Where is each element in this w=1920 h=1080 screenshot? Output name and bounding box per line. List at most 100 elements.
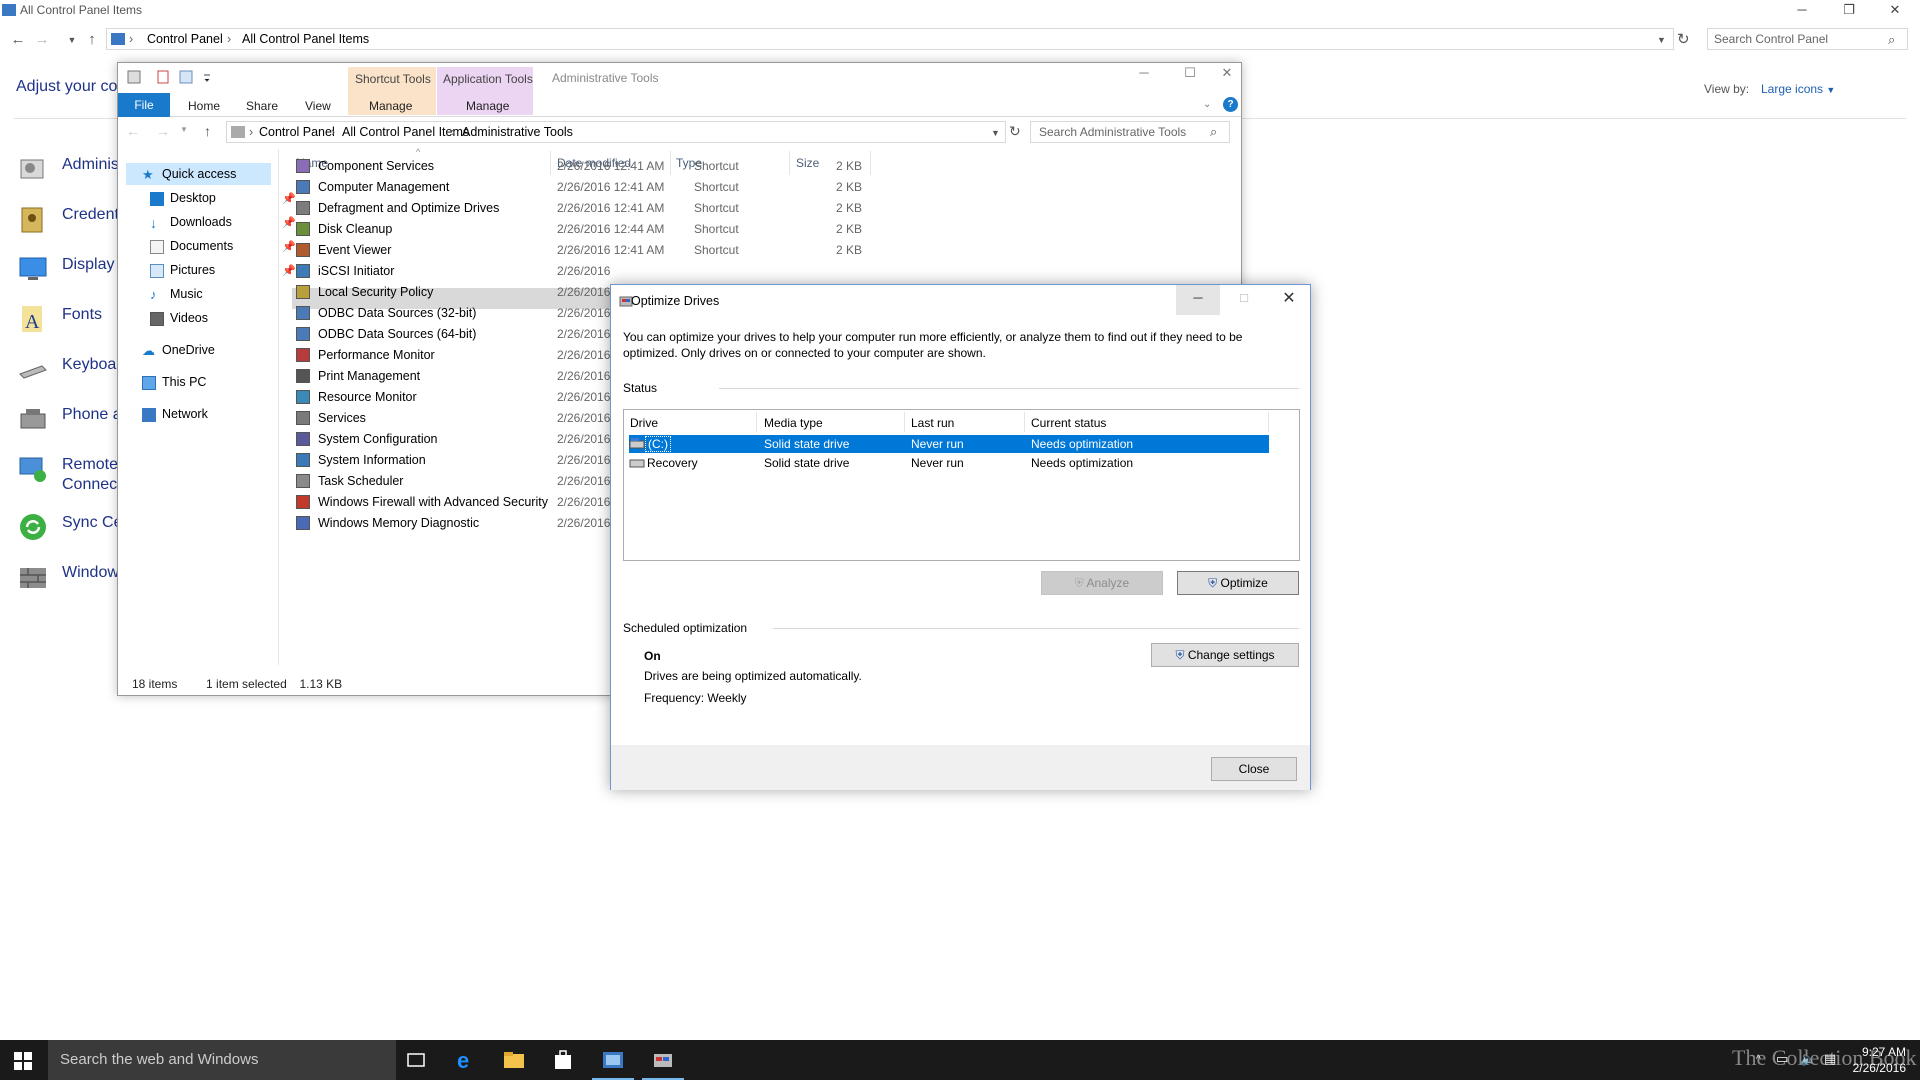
edge-browser-icon[interactable]: e [455,1048,479,1072]
drive-list[interactable]: Drive Media type Last run Current status… [623,409,1300,561]
column-header-media[interactable]: Media type [764,416,823,430]
recent-chevron-icon[interactable]: ▼ [62,28,82,52]
change-settings-label: Change settings [1187,648,1275,662]
clock[interactable]: 9:27 AM 2/26/2016 [1846,1044,1906,1076]
forward-arrow-icon[interactable]: → [32,28,52,52]
action-center-icon[interactable]: ▤ [1824,1051,1836,1067]
back-arrow-icon[interactable]: ← [8,28,28,52]
column-header-status[interactable]: Current status [1031,416,1106,430]
shortcut-icon [296,222,310,236]
file-row[interactable]: Computer Management 2/26/2016 12:41 AM Sho… [292,177,872,198]
file-name: Computer Management [318,180,450,194]
tab-file[interactable]: File [118,93,170,117]
tab-manage-shortcut[interactable]: Manage [369,99,412,113]
explorer-minimize-button[interactable]: ─ [1121,63,1167,85]
optimize-button[interactable]: ⛨ Optimize [1177,571,1299,595]
refresh-icon[interactable]: ↻ [1677,30,1690,48]
nav-downloads[interactable]: ↓ Downloads 📌 [150,211,305,235]
dialog-close-button[interactable]: ✕ [1267,285,1311,315]
volume-icon[interactable]: 🔈 [1800,1051,1816,1067]
restore-button[interactable]: ❐ [1826,0,1872,22]
shortcut-icon [296,516,310,530]
explorer-close-button[interactable]: ✕ [1213,63,1241,85]
explorer-search-input[interactable]: Search Administrative Tools [1030,121,1230,143]
breadcrumb-separator: › [129,32,134,46]
nav-label: Music [170,287,203,301]
taskbar-search-box[interactable]: Search the web and Windows [48,1040,396,1080]
explorer-address-bar[interactable]: › Control Panel › All Control Panel Item… [226,121,1006,143]
shortcut-icon [296,264,310,278]
back-arrow-icon[interactable]: ← [126,123,140,139]
defrag-taskbar-icon[interactable] [651,1048,675,1072]
recent-chevron-icon[interactable]: ▼ [180,125,188,134]
file-row[interactable]: Event Viewer 2/26/2016 12:41 AM Shortcut 2 … [292,240,872,261]
svg-text:e: e [457,1048,469,1072]
scheduled-group-label: Scheduled optimization [623,621,748,635]
tab-home[interactable]: Home [188,99,220,113]
file-type: Shortcut [694,243,739,257]
breadcrumb-control-panel[interactable]: Control Panel [259,125,335,139]
file-explorer-icon[interactable] [502,1048,526,1072]
nav-music[interactable]: ♪ Music [150,283,305,307]
tab-share[interactable]: Share [246,99,278,113]
view-by-value: Large icons [1761,82,1824,96]
file-row[interactable]: Component Services 2/26/2016 12:41 AM Shor… [292,156,872,177]
task-view-icon[interactable] [404,1048,428,1072]
address-dropdown-icon[interactable]: ▼ [991,128,1000,138]
nav-network[interactable]: Network [142,403,297,427]
breadcrumb-admin-tools[interactable]: Administrative Tools [462,125,573,139]
help-icon[interactable]: ? [1223,97,1238,112]
dialog-maximize-button[interactable]: ☐ [1222,285,1266,315]
control-panel-search-input[interactable]: Search Control Panel [1707,28,1908,50]
breadcrumb-all-items[interactable]: All Control Panel Items [242,32,369,46]
drive-row[interactable]: (C:) Solid state drive Never run Needs o… [629,435,1269,453]
nav-videos[interactable]: Videos [150,307,305,331]
selection-count: 1 item selected [206,677,287,691]
control-panel-address-bar[interactable]: › Control Panel › All Control Panel Item… [106,28,1674,50]
explorer-maximize-button[interactable]: ☐ [1167,63,1213,85]
analyze-button[interactable]: ⛨ Analyze [1041,571,1163,595]
drive-row[interactable]: Recovery Solid state drive Never run Nee… [629,454,1269,472]
file-size: 2 KB [835,180,862,194]
network-tray-icon[interactable]: ▭ [1776,1051,1788,1067]
minimize-button[interactable]: ─ [1779,0,1825,22]
nav-desktop[interactable]: Desktop 📌 [150,187,305,211]
schedule-description: Drives are being optimized automatically… [644,669,862,683]
windows-start-icon[interactable] [14,1052,32,1070]
desktop-icon [150,192,164,206]
tray-chevron-icon[interactable]: ^ [1756,1054,1761,1065]
dialog-title: Optimize Drives [631,294,720,308]
clock-time: 9:27 AM [1861,1045,1906,1059]
forward-arrow-icon[interactable]: → [156,123,170,139]
control-panel-taskbar-icon[interactable] [601,1048,625,1072]
change-settings-button[interactable]: ⛨ Change settings [1151,643,1299,667]
ribbon-expand-chevron-icon[interactable]: ⌄ [1203,99,1211,110]
column-header-drive[interactable]: Drive [630,416,658,430]
nav-label: Desktop [170,191,216,205]
nav-quick-access[interactable]: ★ Quick access [142,163,297,187]
up-arrow-icon[interactable]: ↑ [204,123,211,139]
nav-onedrive[interactable]: ☁ OneDrive [142,339,297,363]
dialog-close-text-button[interactable]: Close [1211,757,1297,781]
dialog-minimize-button[interactable]: ─ [1176,285,1220,315]
file-row[interactable]: Disk Cleanup 2/26/2016 12:44 AM Shortcut 2 … [292,219,872,240]
optimize-label: Optimize [1220,576,1268,590]
up-arrow-icon[interactable]: ↑ [82,28,102,52]
view-by-dropdown[interactable]: Large icons ▼ [1761,82,1835,96]
address-dropdown-icon[interactable]: ▼ [1657,35,1666,45]
breadcrumb-control-panel[interactable]: Control Panel [147,32,223,46]
file-name: Windows Memory Diagnostic [318,516,480,530]
file-date: 2/26/2016 12:41 AM [557,159,665,173]
nav-pictures[interactable]: Pictures 📌 [150,259,305,283]
store-icon[interactable] [551,1048,575,1072]
column-header-last-run[interactable]: Last run [911,416,954,430]
refresh-icon[interactable]: ↻ [1009,123,1021,140]
cp-item-label: Sync Ce [62,514,123,531]
nav-documents[interactable]: Documents 📌 [150,235,305,259]
file-row[interactable]: Defragment and Optimize Drives 2/26/2016 … [292,198,872,219]
nav-this-pc[interactable]: This PC [142,371,297,395]
tab-manage-application[interactable]: Manage [466,99,509,113]
tab-view[interactable]: View [305,99,331,113]
file-row[interactable]: iSCSI Initiator 2/26/2016 [292,261,872,282]
close-button[interactable]: ✕ [1872,0,1918,22]
